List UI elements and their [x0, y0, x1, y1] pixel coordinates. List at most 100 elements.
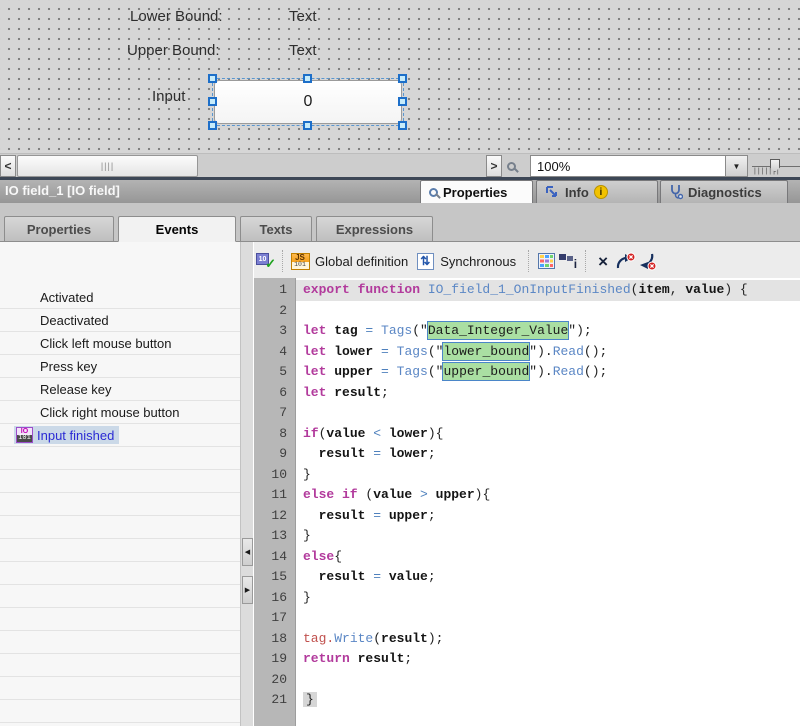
scroll-right-button[interactable]: >: [486, 155, 502, 177]
code-line[interactable]: 1export function IO_field_1_OnInputFinis…: [254, 280, 800, 301]
upper-bound-label[interactable]: Upper Bound:: [127, 42, 220, 59]
tab-diagnostics-inspector[interactable]: Diagnostics: [660, 180, 788, 203]
code-line[interactable]: 5let upper = Tags("upper_bound").Read();: [254, 362, 800, 383]
code-text: let tag = Tags("Data_Integer_Value");: [296, 321, 800, 342]
global-definition-button[interactable]: JS 101: [289, 249, 311, 273]
selection-handle-se[interactable]: [398, 121, 407, 130]
screen-design-canvas[interactable]: Lower Bound: Text Upper Bound: Text Inpu…: [0, 0, 800, 153]
code-text: }: [296, 690, 800, 711]
event-item[interactable]: Press key: [0, 355, 240, 378]
event-item[interactable]: IO101 Input finished: [0, 424, 240, 447]
snippets-button[interactable]: [535, 249, 557, 273]
code-line[interactable]: 7: [254, 403, 800, 424]
stethoscope-icon: [669, 184, 683, 200]
info-badge-icon: i: [594, 185, 608, 199]
remove-forward-reference-button[interactable]: [614, 249, 636, 273]
script-toolbar: 10 ✓ JS 101 Global definition ⇅ Synchron…: [254, 246, 800, 276]
event-empty-row: [0, 677, 240, 700]
tab-label: Info: [565, 185, 589, 200]
selection-handle-sw[interactable]: [208, 121, 217, 130]
code-text: [296, 403, 800, 424]
object-info-button[interactable]: i: [557, 249, 579, 273]
lower-bound-text-field[interactable]: Text: [289, 8, 317, 25]
line-number: 17: [254, 608, 296, 629]
object-info-icon: i: [559, 253, 577, 269]
snippet-grid-icon: [538, 253, 555, 269]
code-line[interactable]: 13}: [254, 526, 800, 547]
tab-label: Diagnostics: [688, 185, 762, 200]
event-item[interactable]: Activated: [0, 286, 240, 309]
line-number: 1: [254, 280, 296, 301]
code-line[interactable]: 18tag.Write(result);: [254, 629, 800, 650]
upper-bound-text-field[interactable]: Text: [289, 42, 317, 59]
code-line[interactable]: 16}: [254, 588, 800, 609]
synchronous-button[interactable]: ⇅: [414, 249, 436, 273]
code-line[interactable]: 2: [254, 301, 800, 322]
code-text: result = value;: [296, 567, 800, 588]
selection-handle-w[interactable]: [208, 97, 217, 106]
subtab-events[interactable]: Events: [118, 216, 236, 242]
code-text: tag.Write(result);: [296, 629, 800, 650]
events-list: ActivatedDeactivated Click left mouse but…: [0, 242, 240, 726]
io-field-event-icon: IO101: [16, 427, 33, 443]
code-line[interactable]: 3let tag = Tags("Data_Integer_Value");: [254, 321, 800, 342]
zoom-slider[interactable]: |||||||: [752, 155, 800, 177]
io-field-widget[interactable]: 0: [214, 80, 402, 124]
code-line[interactable]: 19return result;: [254, 649, 800, 670]
event-item[interactable]: Click left mouse button: [0, 332, 240, 355]
check-syntax-button[interactable]: 10 ✓: [254, 249, 276, 273]
code-line[interactable]: 11else if (value > upper){: [254, 485, 800, 506]
event-empty-row: [0, 585, 240, 608]
inspector-title: IO field_1 [IO field]: [5, 183, 120, 198]
line-number: 12: [254, 506, 296, 527]
collapse-left-button[interactable]: ◀: [242, 538, 253, 566]
tab-info-inspector[interactable]: Info i: [536, 180, 658, 203]
code-text: [296, 301, 800, 322]
tab-properties-inspector[interactable]: Properties: [420, 180, 533, 203]
zoom-dropdown-button[interactable]: ▼: [725, 156, 747, 176]
script-editor[interactable]: 1export function IO_field_1_OnInputFinis…: [254, 278, 800, 726]
subtab-expressions[interactable]: Expressions: [316, 216, 433, 242]
subtab-texts[interactable]: Texts: [240, 216, 312, 242]
panel-splitter[interactable]: ◀ ▶: [240, 242, 254, 726]
code-line[interactable]: 9 result = lower;: [254, 444, 800, 465]
code-line[interactable]: 10}: [254, 465, 800, 486]
synchronous-label: Synchronous: [440, 254, 516, 269]
event-item[interactable]: Deactivated: [0, 309, 240, 332]
toolbar-separator: [528, 250, 529, 272]
event-item[interactable]: Click right mouse button: [0, 401, 240, 424]
subtab-properties[interactable]: Properties: [4, 216, 114, 242]
code-line[interactable]: 20: [254, 670, 800, 691]
hscrollbar-thumb[interactable]: ||||: [17, 155, 198, 177]
code-line[interactable]: 21}: [254, 690, 800, 711]
selection-handle-n[interactable]: [303, 74, 312, 83]
scroll-left-button[interactable]: <: [0, 155, 16, 177]
event-item[interactable]: Release key: [0, 378, 240, 401]
line-number: 18: [254, 629, 296, 650]
code-line[interactable]: 15 result = value;: [254, 567, 800, 588]
delete-button[interactable]: ×: [592, 249, 614, 273]
event-label: Click left mouse button: [40, 336, 172, 351]
selection-handle-s[interactable]: [303, 121, 312, 130]
code-line[interactable]: 12 result = upper;: [254, 506, 800, 527]
code-line[interactable]: 4let lower = Tags("lower_bound").Read();: [254, 342, 800, 363]
remove-backward-reference-button[interactable]: [636, 249, 658, 273]
event-label: Input finished: [37, 428, 114, 443]
selection-handle-nw[interactable]: [208, 74, 217, 83]
global-definition-label: Global definition: [315, 254, 408, 269]
zoom-tool-icon[interactable]: [507, 158, 525, 176]
zoom-level-combobox[interactable]: 100% ▼: [530, 155, 748, 177]
code-line[interactable]: 14else{: [254, 547, 800, 568]
sync-arrows-icon: ⇅: [417, 253, 434, 270]
selection-handle-ne[interactable]: [398, 74, 407, 83]
input-label[interactable]: Input: [152, 88, 185, 105]
collapse-right-button[interactable]: ▶: [242, 576, 253, 604]
toolbar-separator: [585, 250, 586, 272]
code-text: let upper = Tags("upper_bound").Read();: [296, 362, 800, 383]
code-line[interactable]: 17: [254, 608, 800, 629]
lower-bound-label[interactable]: Lower Bound:: [130, 8, 223, 25]
code-line[interactable]: 8if(value < lower){: [254, 424, 800, 445]
selection-handle-e[interactable]: [398, 97, 407, 106]
selected-event-highlight: IO101 Input finished: [14, 426, 119, 444]
code-line[interactable]: 6let result;: [254, 383, 800, 404]
